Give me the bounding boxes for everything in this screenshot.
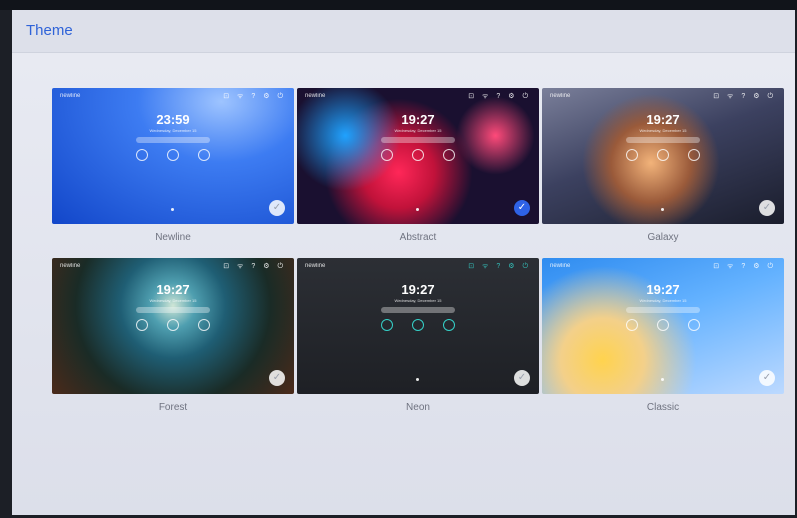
theme-tile-neon[interactable]: newline ⊡ ᯤ ? ⚙ ⏻ 19:27 Wednesday, Decem… <box>297 258 539 394</box>
lock-date: Wednesday, December 15 <box>149 128 197 133</box>
app-icon <box>626 319 638 331</box>
status-icons: ⊡ ᯤ ? ⚙ ⏻ <box>713 263 776 270</box>
theme-label-newline: Newline <box>155 232 191 243</box>
lock-date: Wednesday, December 15 <box>639 128 687 133</box>
app-icon <box>412 149 424 161</box>
page-title: Theme <box>26 22 73 39</box>
brand-label: newline <box>550 93 571 99</box>
theme-label-abstract: Abstract <box>399 232 437 243</box>
theme-label-neon: Neon <box>406 402 430 413</box>
app-icon <box>167 149 179 161</box>
check-icon: ✓ <box>514 370 530 386</box>
theme-tile-forest[interactable]: newline ⊡ ᯤ ? ⚙ ⏻ 19:27 Wednesday, Decem… <box>52 258 294 394</box>
lock-time: 19:27 <box>646 112 680 127</box>
check-icon: ✓ <box>269 200 285 216</box>
lock-time: 19:27 <box>401 282 435 297</box>
app-icon <box>198 319 210 331</box>
check-icon-selected: ✓ <box>514 200 530 216</box>
app-icon <box>657 319 669 331</box>
app-icon <box>688 149 700 161</box>
page-dot <box>416 378 419 381</box>
status-icons: ⊡ ᯤ ? ⚙ ⏻ <box>468 263 531 270</box>
page-dot <box>661 208 664 211</box>
theme-label-galaxy: Galaxy <box>647 232 679 243</box>
page-dot <box>416 208 419 211</box>
app-icon <box>443 319 455 331</box>
lock-date: Wednesday, December 15 <box>394 128 442 133</box>
app-icons-preview <box>626 149 700 161</box>
check-icon: ✓ <box>269 370 285 386</box>
app-icon <box>136 319 148 331</box>
brand-label: newline <box>550 263 571 269</box>
search-bar-preview <box>136 307 210 313</box>
search-bar-preview <box>381 307 455 313</box>
lock-time: 19:27 <box>156 282 190 297</box>
app-icon <box>657 149 669 161</box>
page-dot <box>171 208 174 211</box>
app-icon <box>443 149 455 161</box>
app-icon <box>167 319 179 331</box>
app-icons-preview <box>381 319 455 331</box>
brand-label: newline <box>60 93 81 99</box>
status-icons: ⊡ ᯤ ? ⚙ ⏻ <box>713 93 776 100</box>
search-bar-preview <box>136 137 210 143</box>
search-bar-preview <box>626 307 700 313</box>
theme-grid: newline ⊡ ᯤ ? ⚙ ⏻ 23:59 Wednesday, Decem… <box>52 88 784 428</box>
screen: Theme newline ⊡ ᯤ ? ⚙ ⏻ 23:59 Wednesday,… <box>12 10 795 515</box>
theme-label-forest: Forest <box>158 402 188 413</box>
check-icon: ✓ <box>759 200 775 216</box>
check-icon: ✓ <box>759 370 775 386</box>
search-bar-preview <box>381 137 455 143</box>
app-icon <box>412 319 424 331</box>
status-icons: ⊡ ᯤ ? ⚙ ⏻ <box>468 93 531 100</box>
theme-tile-newline[interactable]: newline ⊡ ᯤ ? ⚙ ⏻ 23:59 Wednesday, Decem… <box>52 88 294 224</box>
lock-date: Wednesday, December 15 <box>149 298 197 303</box>
header-bar: Theme <box>12 10 795 53</box>
app-icon <box>381 319 393 331</box>
display-bezel <box>0 0 797 10</box>
app-icon <box>198 149 210 161</box>
page-dot <box>661 378 664 381</box>
app-icons-preview <box>381 149 455 161</box>
app-icon <box>688 319 700 331</box>
status-icons: ⊡ ᯤ ? ⚙ ⏻ <box>223 263 286 270</box>
app-icon <box>381 149 393 161</box>
brand-label: newline <box>305 263 326 269</box>
lock-time: 19:27 <box>401 112 435 127</box>
search-bar-preview <box>626 137 700 143</box>
app-icon <box>136 149 148 161</box>
theme-tile-galaxy[interactable]: newline ⊡ ᯤ ? ⚙ ⏻ 19:27 Wednesday, Decem… <box>542 88 784 224</box>
brand-label: newline <box>60 263 81 269</box>
lock-time: 19:27 <box>646 282 680 297</box>
lock-date: Wednesday, December 15 <box>394 298 442 303</box>
theme-tile-classic[interactable]: newline ⊡ ᯤ ? ⚙ ⏻ 19:27 Wednesday, Decem… <box>542 258 784 394</box>
theme-label-classic: Classic <box>646 402 680 413</box>
app-icons-preview <box>626 319 700 331</box>
theme-tile-abstract[interactable]: newline ⊡ ᯤ ? ⚙ ⏻ 19:27 Wednesday, Decem… <box>297 88 539 224</box>
app-icons-preview <box>136 149 210 161</box>
brand-label: newline <box>305 93 326 99</box>
app-icon <box>626 149 638 161</box>
app-icons-preview <box>136 319 210 331</box>
status-icons: ⊡ ᯤ ? ⚙ ⏻ <box>223 93 286 100</box>
lock-time: 23:59 <box>156 112 190 127</box>
lock-date: Wednesday, December 15 <box>639 298 687 303</box>
